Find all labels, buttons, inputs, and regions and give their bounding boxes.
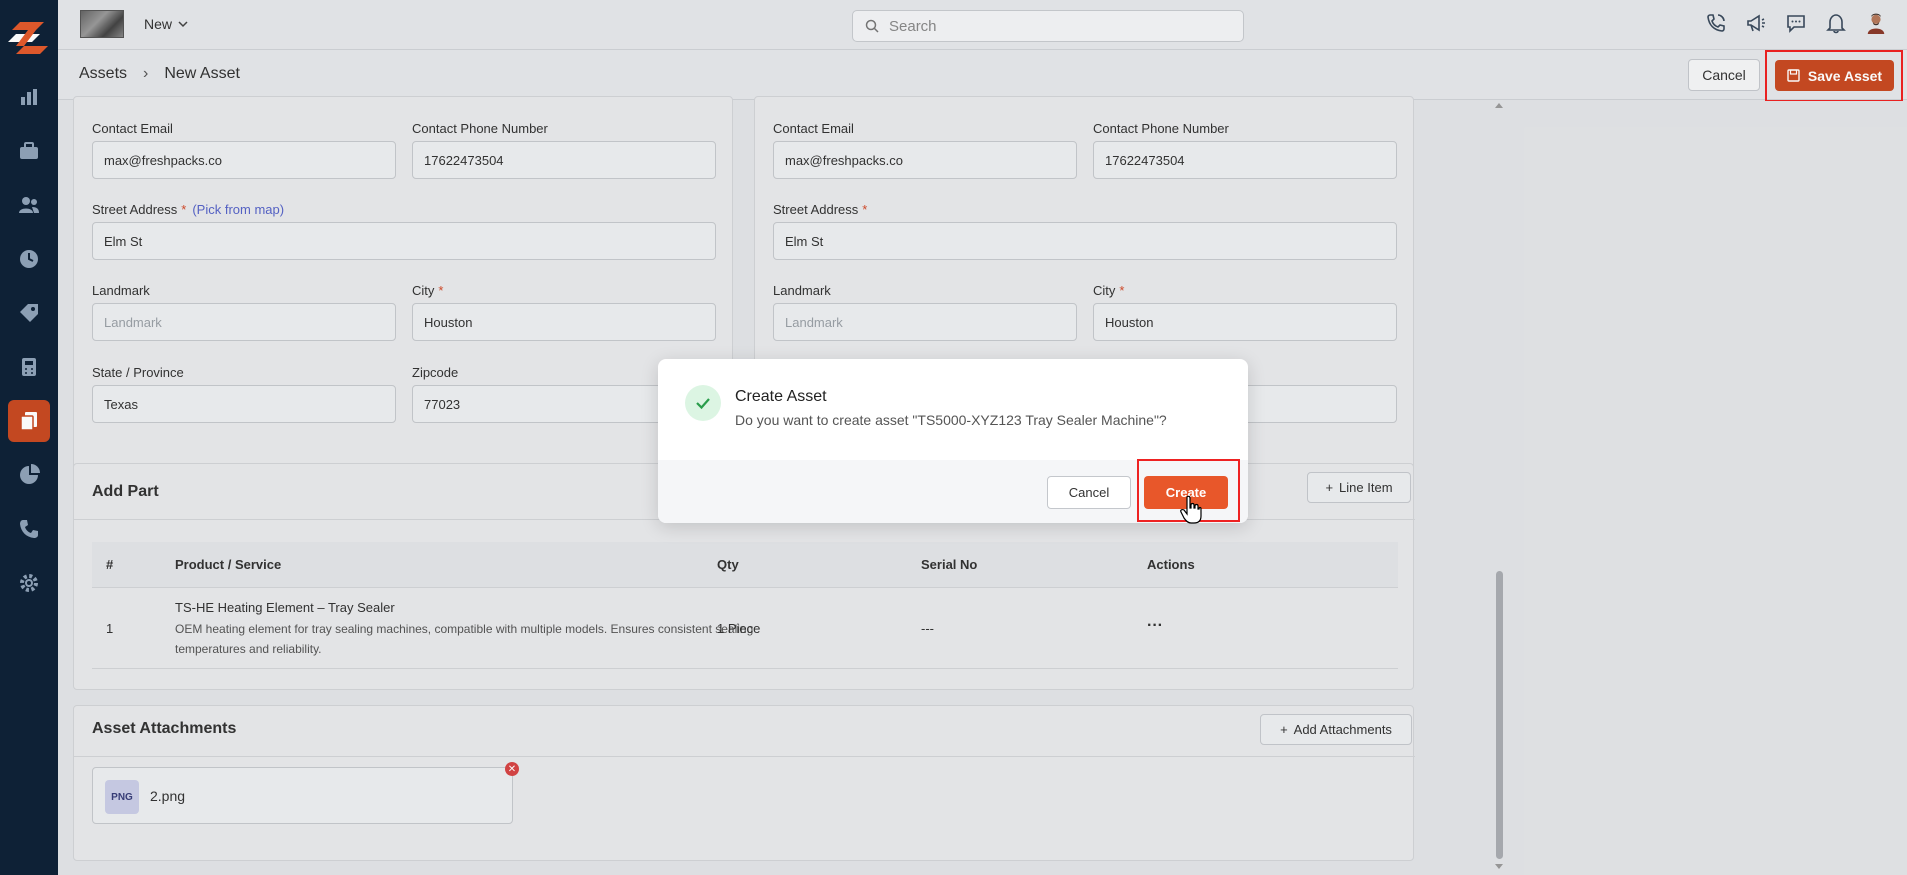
success-check-badge xyxy=(685,385,721,421)
dialog-message: Do you want to create asset "TS5000-XYZ1… xyxy=(735,412,1167,428)
hand-cursor-icon xyxy=(1180,495,1202,524)
dialog-title: Create Asset xyxy=(735,388,827,405)
dialog-cancel-button[interactable]: Cancel xyxy=(1047,476,1131,509)
check-icon xyxy=(696,398,710,410)
